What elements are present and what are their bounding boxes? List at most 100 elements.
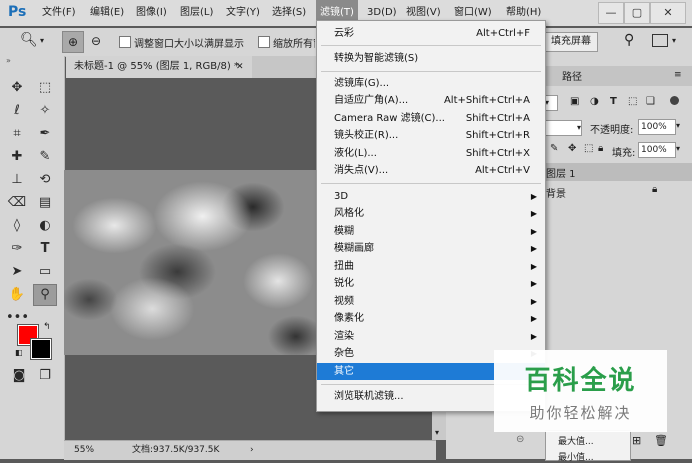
zoom-out-icon[interactable]: ⊖	[86, 31, 106, 51]
dodge-tool-icon[interactable]: ◐	[34, 216, 56, 236]
menu-item-label: 转换为智能滤镜(S)	[334, 53, 419, 64]
workspace-icon[interactable]	[652, 34, 668, 47]
hand-tool-icon[interactable]: ✋	[6, 285, 28, 305]
scroll-down-icon[interactable]: ▾	[435, 428, 439, 437]
filter-image-icon[interactable]: ▣	[570, 96, 579, 107]
menu-item-label: 锐化	[334, 278, 354, 289]
menu-item-label: Camera Raw 滤镜(C)...	[334, 113, 445, 124]
delete-layer-icon[interactable]: 🗑︎	[654, 434, 668, 447]
close-button[interactable]: ✕	[650, 2, 686, 24]
menu-type[interactable]: 文字(Y)	[226, 0, 260, 26]
collapse-icon[interactable]: »	[6, 56, 11, 65]
stamp-tool-icon[interactable]: ⊥	[6, 170, 28, 190]
menu-item-video[interactable]: 视频 ▶	[317, 293, 545, 310]
filter-toggle-icon[interactable]	[670, 96, 679, 105]
menu-item-liquify[interactable]: 液化(L)... Shift+Ctrl+X	[317, 145, 545, 162]
zoom-level[interactable]: 55%	[74, 441, 94, 459]
fill-screen-button[interactable]: 填充屏幕	[544, 32, 598, 52]
canvas-clouds-image[interactable]	[64, 170, 316, 355]
minimize-button[interactable]: —	[598, 2, 624, 24]
menu-item-stylize[interactable]: 风格化 ▶	[317, 205, 545, 222]
filter-smart-icon[interactable]: ❑	[646, 96, 655, 107]
menu-item-pixelate[interactable]: 像素化 ▶	[317, 310, 545, 327]
lock-artboard-icon[interactable]: ⬚	[584, 143, 593, 154]
chevron-down-icon[interactable]: ▾	[40, 36, 44, 45]
menu-item-camera-raw[interactable]: Camera Raw 滤镜(C)... Shift+Ctrl+A	[317, 110, 545, 127]
crop-tool-icon[interactable]: ⌗	[6, 124, 28, 144]
menu-item-sharpen[interactable]: 锐化 ▶	[317, 275, 545, 292]
swap-colors-icon[interactable]: ↰	[43, 322, 51, 332]
tab-paths[interactable]: 路径	[562, 68, 582, 83]
menu-item-lens-correction[interactable]: 镜头校正(R)... Shift+Ctrl+R	[317, 127, 545, 144]
opacity-chevron-icon[interactable]: ▾	[676, 121, 680, 130]
zoom-tool-selected-icon[interactable]: ⚲	[33, 284, 57, 306]
shape-tool-icon[interactable]: ▭	[34, 262, 56, 282]
document-tab[interactable]: 未标题-1 @ 55% (图层 1, RGB/8) * ✕	[66, 56, 253, 78]
filter-shape-icon[interactable]: ⬚	[628, 96, 637, 107]
brush-tool-icon[interactable]: ✎	[34, 147, 56, 167]
status-expand-icon[interactable]: ›	[250, 441, 254, 459]
eyedropper-icon[interactable]: ✒	[34, 124, 56, 144]
close-tab-icon[interactable]: ✕	[236, 56, 244, 78]
menu-file[interactable]: 文件(F)	[42, 0, 76, 26]
menu-item-convert-smart-filter[interactable]: 转换为智能滤镜(S)	[317, 50, 545, 67]
gradient-tool-icon[interactable]: ▤	[34, 193, 56, 213]
menu-item-label: 视频	[334, 296, 354, 307]
menu-separator	[321, 45, 541, 46]
filter-type-icon[interactable]: T	[610, 96, 617, 107]
opacity-input[interactable]: 100%	[638, 119, 676, 135]
menu-select[interactable]: 选择(S)	[272, 0, 306, 26]
submenu-item-maximum[interactable]: 最大值...	[558, 434, 594, 447]
zoom-in-icon[interactable]: ⊕	[62, 31, 84, 53]
pen-tool-icon[interactable]: ✑	[6, 239, 28, 259]
search-icon[interactable]: ⚲	[624, 32, 634, 48]
fill-input[interactable]: 100%	[638, 142, 676, 158]
menu-image[interactable]: 图像(I)	[136, 0, 167, 26]
lock-all-icon[interactable]: 🔒︎	[598, 143, 603, 154]
lock-pixels-icon[interactable]: ✎	[550, 143, 558, 154]
workspace-chevron-icon[interactable]: ▾	[672, 36, 676, 45]
menu-layer[interactable]: 图层(L)	[180, 0, 213, 26]
path-select-icon[interactable]: ➤	[6, 262, 28, 282]
quick-mask-icon[interactable]: ◙	[8, 366, 30, 386]
resize-window-checkbox[interactable]	[119, 36, 131, 48]
zoom-all-label: 缩放所有窗	[273, 39, 315, 50]
lock-position-icon[interactable]: ✥	[568, 143, 576, 154]
menu-item-adaptive-wide-angle[interactable]: 自适应广角(A)... Alt+Shift+Ctrl+A	[317, 92, 545, 109]
menu-item-3d[interactable]: 3D ▶	[317, 188, 545, 205]
menu-item-label: 模糊	[334, 226, 354, 237]
link-layers-icon[interactable]: ⊝	[516, 434, 524, 445]
move-tool-icon[interactable]: ✥	[6, 78, 28, 98]
blur-tool-icon[interactable]: ◊	[6, 216, 28, 236]
menu-item-vanishing-point[interactable]: 消失点(V)... Alt+Ctrl+V	[317, 162, 545, 179]
marquee-tool-icon[interactable]: ⬚	[34, 78, 56, 98]
menu-item-distort[interactable]: 扭曲 ▶	[317, 258, 545, 275]
new-layer-icon[interactable]: ⊞	[632, 434, 641, 447]
type-tool-icon[interactable]: T	[34, 239, 56, 259]
submenu-item-minimum[interactable]: 最小值...	[558, 450, 594, 463]
background-color-swatch[interactable]	[30, 338, 52, 360]
filter-adjust-icon[interactable]: ◑	[590, 96, 599, 107]
fill-chevron-icon[interactable]: ▾	[676, 144, 680, 153]
blend-mode-dropdown[interactable]: ▾	[544, 120, 582, 136]
panel-menu-icon[interactable]: ≡	[674, 70, 682, 80]
menu-item-label: 3D	[334, 191, 349, 202]
menu-edit[interactable]: 编辑(E)	[90, 0, 124, 26]
default-colors-icon[interactable]: ◧	[15, 348, 23, 357]
menu-item-filter-gallery[interactable]: 滤镜库(G)...	[317, 75, 545, 92]
filter-kind-dropdown[interactable]: ▾	[544, 95, 558, 111]
menu-item-blur[interactable]: 模糊 ▶	[317, 223, 545, 240]
menu-item-blur-gallery[interactable]: 模糊画廊 ▶	[317, 240, 545, 257]
screen-mode-icon[interactable]: ❐	[34, 366, 56, 386]
lasso-tool-icon[interactable]: ℓ	[6, 101, 28, 121]
magic-wand-icon[interactable]: ✧	[34, 101, 56, 121]
eraser-tool-icon[interactable]: ⌫	[6, 193, 28, 213]
layer-row-2[interactable]	[544, 183, 692, 201]
restore-button[interactable]: ▢	[624, 2, 650, 24]
zoom-all-checkbox[interactable]	[258, 36, 270, 48]
menu-item-render[interactable]: 渲染 ▶	[317, 328, 545, 345]
zoom-tool-icon[interactable]: 🔍︎	[20, 32, 38, 48]
menu-item-clouds[interactable]: 云彩 Alt+Ctrl+F	[317, 25, 545, 42]
healing-brush-icon[interactable]: ✚	[6, 147, 28, 167]
history-brush-icon[interactable]: ⟲	[34, 170, 56, 190]
